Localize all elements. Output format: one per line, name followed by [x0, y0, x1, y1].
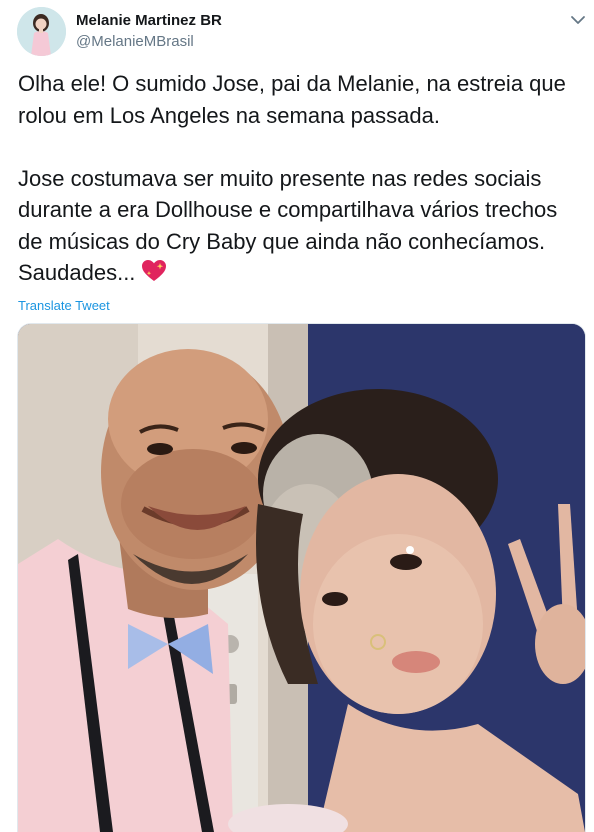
author-name[interactable]: Melanie Martinez BR: [76, 12, 222, 29]
tweet-line-last: Saudades...: [18, 257, 584, 292]
tweet-photo[interactable]: [17, 323, 586, 832]
tweet-line: Jose costumava ser muito presente nas re…: [18, 165, 542, 191]
tweet-line: durante a era Dollhouse e compartilhava …: [18, 197, 558, 222]
tweet-line: Saudades...: [18, 260, 136, 285]
tweet-line-blank: [18, 131, 584, 163]
chevron-down-icon[interactable]: [568, 10, 588, 30]
tweet-line: de músicas do Cry Baby que ainda não con…: [18, 228, 546, 254]
tweet-line: Olha ele! O sumido Jose, pai da Melanie,…: [18, 71, 566, 96]
tweet-text: Olha ele! O sumido Jose, pai da Melanie,…: [18, 68, 584, 292]
translate-tweet-link[interactable]: Translate Tweet: [18, 298, 110, 313]
tweet-line: rolou em Los Angeles na semana passada.: [18, 102, 440, 128]
tweet-card: Melanie Martinez BR @MelanieMBrasil Olha…: [0, 0, 594, 832]
author-handle[interactable]: @MelanieMBrasil: [76, 33, 194, 50]
author-avatar[interactable]: [17, 7, 66, 56]
sparkling-heart-icon: [141, 259, 167, 292]
